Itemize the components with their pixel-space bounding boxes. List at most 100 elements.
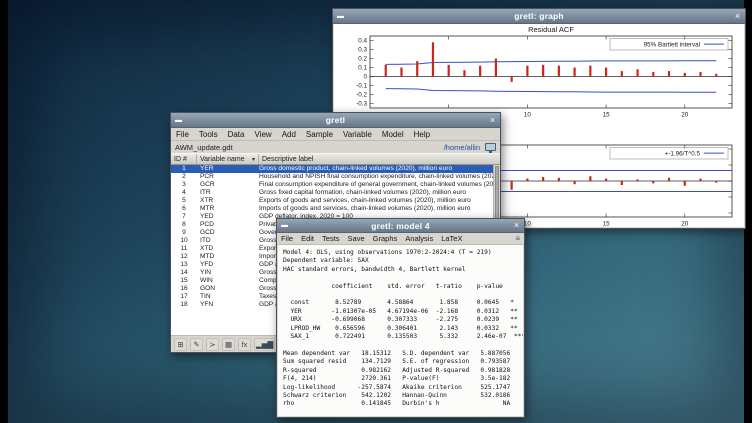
model-output-text: Model 4: OLS, using observations 1970:2-…	[278, 245, 523, 409]
svg-text:20: 20	[681, 112, 689, 119]
menu-item-file[interactable]: File	[277, 233, 297, 244]
cell-variable-name: PCD	[197, 221, 259, 229]
column-header-variable-name[interactable]: Variable name ▾	[197, 154, 259, 164]
cell-variable-name: YED	[197, 213, 259, 221]
cell-variable-name: ITD	[197, 237, 259, 245]
console-icon[interactable]: ≻	[206, 338, 219, 351]
cell-variable-name: YER	[197, 165, 259, 173]
svg-text:15: 15	[603, 221, 611, 228]
model-menubar: FileEditTestsSaveGraphsAnalysisLaTeX ≡	[277, 233, 524, 245]
acf-chart: 0.40.30.20.10-0.1-0.2-0.35101520Residual…	[334, 24, 744, 125]
cell-descriptive-label: Final consumption expenditure of general…	[259, 181, 500, 189]
cell-id: 10	[171, 237, 197, 245]
cell-id: 4	[171, 189, 197, 197]
menu-item-graphs[interactable]: Graphs	[369, 233, 402, 244]
menu-overflow-icon[interactable]: ≡	[515, 234, 520, 243]
model-window-title: gretl: model 4	[292, 221, 509, 231]
cell-variable-name: ITR	[197, 189, 259, 197]
svg-text:0.4: 0.4	[358, 38, 367, 45]
cell-variable-name: WIN	[197, 277, 259, 285]
svg-text:Residual ACF: Residual ACF	[528, 25, 574, 34]
svg-text:0.3: 0.3	[358, 47, 367, 54]
menu-item-data[interactable]: Data	[223, 128, 250, 141]
menu-item-edit[interactable]: Edit	[297, 233, 318, 244]
svg-text:10: 10	[524, 112, 532, 119]
close-icon[interactable]: ×	[509, 219, 524, 232]
main-window-titlebar[interactable]: ▬ gretl ×	[171, 113, 500, 128]
menu-item-variable[interactable]: Variable	[338, 128, 377, 141]
window-menu-icon[interactable]: ▬	[277, 219, 292, 232]
menu-item-sample[interactable]: Sample	[301, 128, 338, 141]
monitor-icon[interactable]	[485, 143, 496, 151]
new-script-icon[interactable]: ✎	[190, 338, 203, 351]
main-menubar: FileToolsDataViewAddSampleVariableModelH…	[171, 128, 500, 141]
cell-id: 2	[171, 173, 197, 181]
cell-variable-name: YIN	[197, 269, 259, 277]
column-header-variable-name-label: Variable name	[200, 156, 245, 163]
dataset-status-row: AWM_update.gdt /home/allin	[171, 141, 500, 153]
model-window[interactable]: ▬ gretl: model 4 × FileEditTestsSaveGrap…	[276, 218, 525, 418]
cell-id: 6	[171, 205, 197, 213]
variable-list-header: ID # Variable name ▾ Descriptive label	[171, 153, 500, 165]
calculator-icon[interactable]: ⊞	[174, 338, 187, 351]
close-icon[interactable]: ×	[485, 113, 500, 127]
column-header-descriptive-label[interactable]: Descriptive label	[259, 154, 500, 164]
cell-variable-name: XTD	[197, 245, 259, 253]
svg-text:95% Bartlett interval: 95% Bartlett interval	[644, 42, 700, 49]
function-packages-icon[interactable]: fx	[238, 338, 251, 351]
variable-row-ITR[interactable]: 4ITRGross fixed capital formation, chain…	[171, 189, 500, 197]
cell-id: 15	[171, 277, 197, 285]
window-menu-icon[interactable]: ▬	[171, 113, 186, 127]
menu-item-latex[interactable]: LaTeX	[437, 233, 466, 244]
graph-window-titlebar[interactable]: ▬ gretl: graph ×	[333, 9, 745, 24]
cell-id: 7	[171, 213, 197, 221]
sort-descending-icon: ▾	[252, 156, 255, 163]
variable-row-MTR[interactable]: 6MTRImports of goods and services, chain…	[171, 205, 500, 213]
svg-text:20: 20	[681, 221, 689, 228]
cell-variable-name: MTD	[197, 253, 259, 261]
svg-text:10: 10	[524, 221, 532, 228]
cell-id: 17	[171, 293, 197, 301]
menu-item-tests[interactable]: Tests	[318, 233, 344, 244]
working-directory-link[interactable]: /home/allin	[444, 143, 480, 152]
cell-variable-name: YFD	[197, 261, 259, 269]
menu-item-help[interactable]: Help	[409, 128, 435, 141]
window-menu-icon[interactable]: ▬	[333, 9, 348, 23]
cell-variable-name: PCR	[197, 173, 259, 181]
cell-id: 18	[171, 301, 197, 309]
cell-variable-name: TIN	[197, 293, 259, 301]
menu-item-model[interactable]: Model	[377, 128, 409, 141]
model-output-area: Model 4: OLS, using observations 1970:2-…	[278, 245, 523, 416]
cell-descriptive-label: Household and NPISH final consumption ex…	[259, 173, 500, 181]
menu-item-tools[interactable]: Tools	[194, 128, 223, 141]
menu-item-add[interactable]: Add	[277, 128, 301, 141]
variable-row-GCR[interactable]: 3GCRFinal consumption expenditure of gen…	[171, 181, 500, 189]
model-window-titlebar[interactable]: ▬ gretl: model 4 ×	[277, 219, 524, 233]
svg-text:0: 0	[363, 74, 367, 81]
graph-window-title: gretl: graph	[348, 11, 730, 21]
variable-row-PCR[interactable]: 2PCRHousehold and NPISH final consumptio…	[171, 173, 500, 181]
cell-id: 13	[171, 261, 197, 269]
cell-descriptive-label: Gross domestic product, chain-linked vol…	[259, 165, 500, 173]
cell-descriptive-label: Imports of goods and services, chain-lin…	[259, 205, 500, 213]
close-icon[interactable]: ×	[730, 9, 745, 23]
column-header-id[interactable]: ID #	[171, 154, 197, 164]
cell-variable-name: GCR	[197, 181, 259, 189]
dataset-name-label: AWM_update.gdt	[175, 143, 233, 152]
cell-id: 14	[171, 269, 197, 277]
session-icon[interactable]: ▦	[222, 338, 235, 351]
cell-id: 11	[171, 245, 197, 253]
graph-icon[interactable]: ▂▅▇	[254, 338, 275, 351]
cell-id: 3	[171, 181, 197, 189]
menu-item-file[interactable]: File	[171, 128, 194, 141]
cell-variable-name: GCD	[197, 229, 259, 237]
svg-text:+-1.96/T^0.5: +-1.96/T^0.5	[665, 151, 701, 158]
menu-item-analysis[interactable]: Analysis	[401, 233, 437, 244]
svg-text:0.2: 0.2	[358, 56, 367, 63]
variable-row-XTR[interactable]: 5XTRExports of goods and services, chain…	[171, 197, 500, 205]
menu-item-save[interactable]: Save	[344, 233, 369, 244]
variable-row-YER[interactable]: 1YERGross domestic product, chain-linked…	[171, 165, 500, 173]
svg-text:-0.3: -0.3	[356, 101, 367, 108]
cell-id: 16	[171, 285, 197, 293]
menu-item-view[interactable]: View	[249, 128, 276, 141]
